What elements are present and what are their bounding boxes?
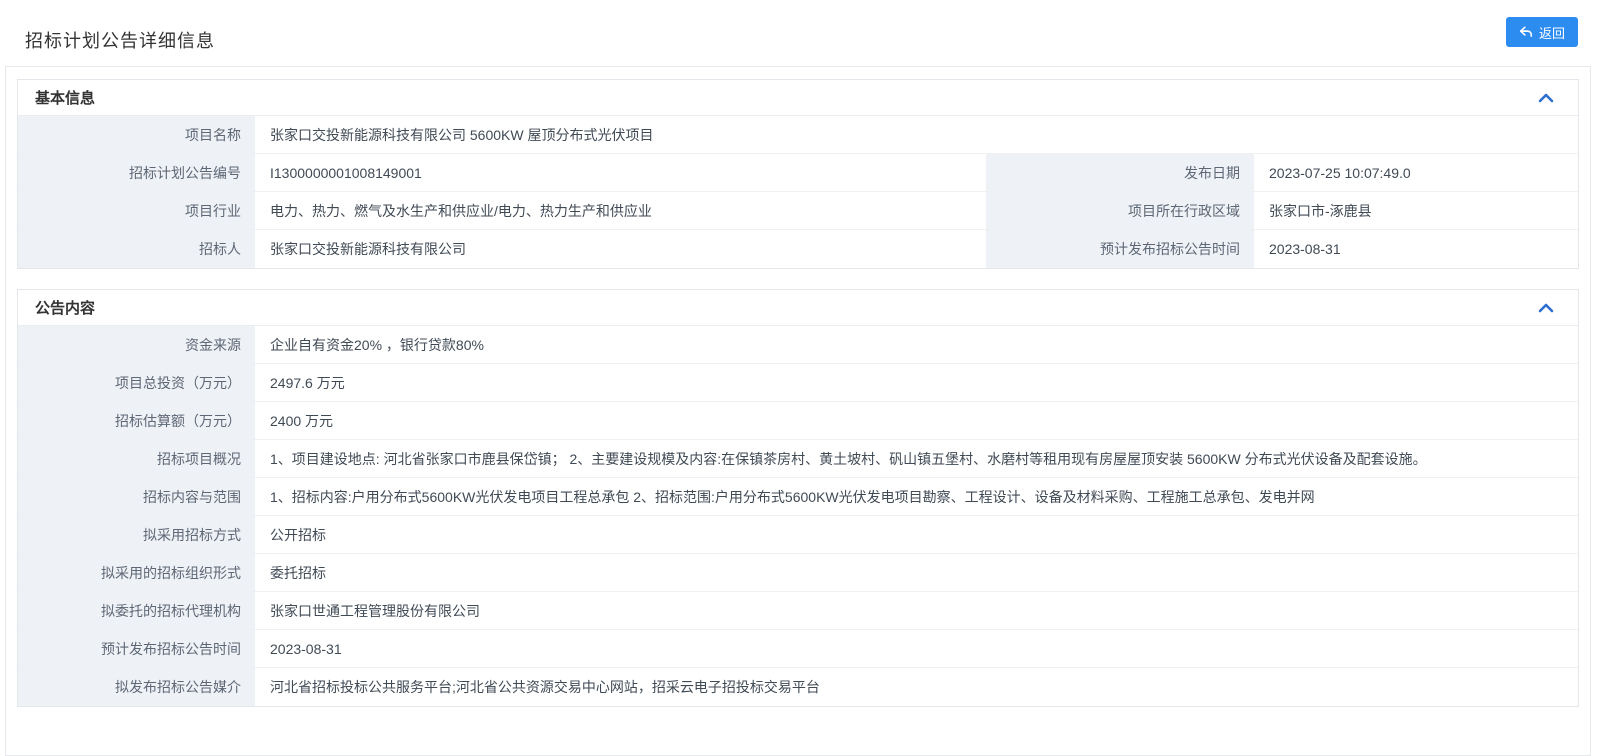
field-label: 拟发布招标公告媒介 [18, 668, 257, 706]
field-label: 项目总投资（万元） [18, 364, 257, 401]
field-label: 招标估算额（万元） [18, 402, 257, 439]
field-value: 张家口交投新能源科技有限公司 [257, 230, 986, 268]
announcement-panel: 公告内容 资金来源 企业自有资金20% ，银行贷款80% 项目总投资（万元） 2… [17, 289, 1579, 707]
table-row: 招标估算额（万元） 2400 万元 [18, 402, 1578, 440]
field-label: 资金来源 [18, 326, 257, 363]
field-label: 拟采用的招标组织形式 [18, 554, 257, 591]
table-row: 招标项目概况 1、项目建设地点: 河北省张家口市鹿县保岱镇； 2、主要建设规模及… [18, 440, 1578, 478]
field-value: I1300000001008149001 [257, 154, 986, 191]
table-row: 拟发布招标公告媒介 河北省招标投标公共服务平台;河北省公共资源交易中心网站，招采… [18, 668, 1578, 706]
table-row: 拟采用的招标组织形式 委托招标 [18, 554, 1578, 592]
field-value: 2023-08-31 [257, 630, 1578, 667]
field-label: 预计发布招标公告时间 [986, 230, 1256, 268]
table-row: 资金来源 企业自有资金20% ，银行贷款80% [18, 326, 1578, 364]
chevron-up-icon[interactable] [1538, 92, 1554, 104]
field-label: 招标计划公告编号 [18, 154, 257, 191]
field-value: 1、项目建设地点: 河北省张家口市鹿县保岱镇； 2、主要建设规模及内容:在保镇茶… [257, 440, 1578, 477]
field-value: 委托招标 [257, 554, 1578, 591]
table-row: 招标内容与范围 1、招标内容:户用分布式5600KW光伏发电项目工程总承包 2、… [18, 478, 1578, 516]
table-row: 项目行业 电力、热力、燃气及水生产和供应业/电力、热力生产和供应业 项目所在行政… [18, 192, 1578, 230]
field-value: 企业自有资金20% ，银行贷款80% [257, 326, 1578, 363]
chevron-up-icon[interactable] [1538, 302, 1554, 314]
announcement-header: 公告内容 [18, 290, 1578, 326]
field-value: 张家口交投新能源科技有限公司 5600KW 屋顶分布式光伏项目 [257, 116, 1578, 153]
field-label: 项目所在行政区域 [986, 192, 1256, 229]
field-value: 电力、热力、燃气及水生产和供应业/电力、热力生产和供应业 [257, 192, 986, 229]
field-label: 发布日期 [986, 154, 1256, 191]
basic-info-panel: 基本信息 项目名称 张家口交投新能源科技有限公司 5600KW 屋顶分布式光伏项… [17, 79, 1579, 269]
field-label: 预计发布招标公告时间 [18, 630, 257, 667]
field-value: 2023-07-25 10:07:49.0 [1256, 154, 1578, 191]
content-card: 基本信息 项目名称 张家口交投新能源科技有限公司 5600KW 屋顶分布式光伏项… [5, 66, 1591, 756]
field-label: 拟采用招标方式 [18, 516, 257, 553]
table-row: 招标计划公告编号 I1300000001008149001 发布日期 2023-… [18, 154, 1578, 192]
back-button[interactable]: 返回 [1506, 17, 1578, 47]
table-row: 项目总投资（万元） 2497.6 万元 [18, 364, 1578, 402]
field-label: 招标内容与范围 [18, 478, 257, 515]
table-row: 招标人 张家口交投新能源科技有限公司 预计发布招标公告时间 2023-08-31 [18, 230, 1578, 268]
field-label: 拟委托的招标代理机构 [18, 592, 257, 629]
field-value: 公开招标 [257, 516, 1578, 553]
table-row: 预计发布招标公告时间 2023-08-31 [18, 630, 1578, 668]
field-value: 2023-08-31 [1256, 230, 1578, 268]
field-label: 招标人 [18, 230, 257, 268]
back-button-label: 返回 [1539, 23, 1565, 42]
basic-info-header: 基本信息 [18, 80, 1578, 116]
field-label: 招标项目概况 [18, 440, 257, 477]
table-row: 项目名称 张家口交投新能源科技有限公司 5600KW 屋顶分布式光伏项目 [18, 116, 1578, 154]
return-arrow-icon [1519, 25, 1533, 39]
page-header: 招标计划公告详细信息 返回 [0, 0, 1597, 66]
field-value: 张家口市-涿鹿县 [1256, 192, 1578, 229]
basic-info-title: 基本信息 [35, 87, 95, 108]
field-value: 2400 万元 [257, 402, 1578, 439]
announcement-title: 公告内容 [35, 297, 95, 318]
table-row: 拟采用招标方式 公开招标 [18, 516, 1578, 554]
page-title: 招标计划公告详细信息 [25, 27, 215, 53]
field-value: 河北省招标投标公共服务平台;河北省公共资源交易中心网站，招采云电子招投标交易平台 [257, 668, 1578, 706]
field-label: 项目行业 [18, 192, 257, 229]
table-row: 拟委托的招标代理机构 张家口世通工程管理股份有限公司 [18, 592, 1578, 630]
field-value: 张家口世通工程管理股份有限公司 [257, 592, 1578, 629]
field-value: 1、招标内容:户用分布式5600KW光伏发电项目工程总承包 2、招标范围:户用分… [257, 478, 1578, 515]
field-label: 项目名称 [18, 116, 257, 153]
field-value: 2497.6 万元 [257, 364, 1578, 401]
